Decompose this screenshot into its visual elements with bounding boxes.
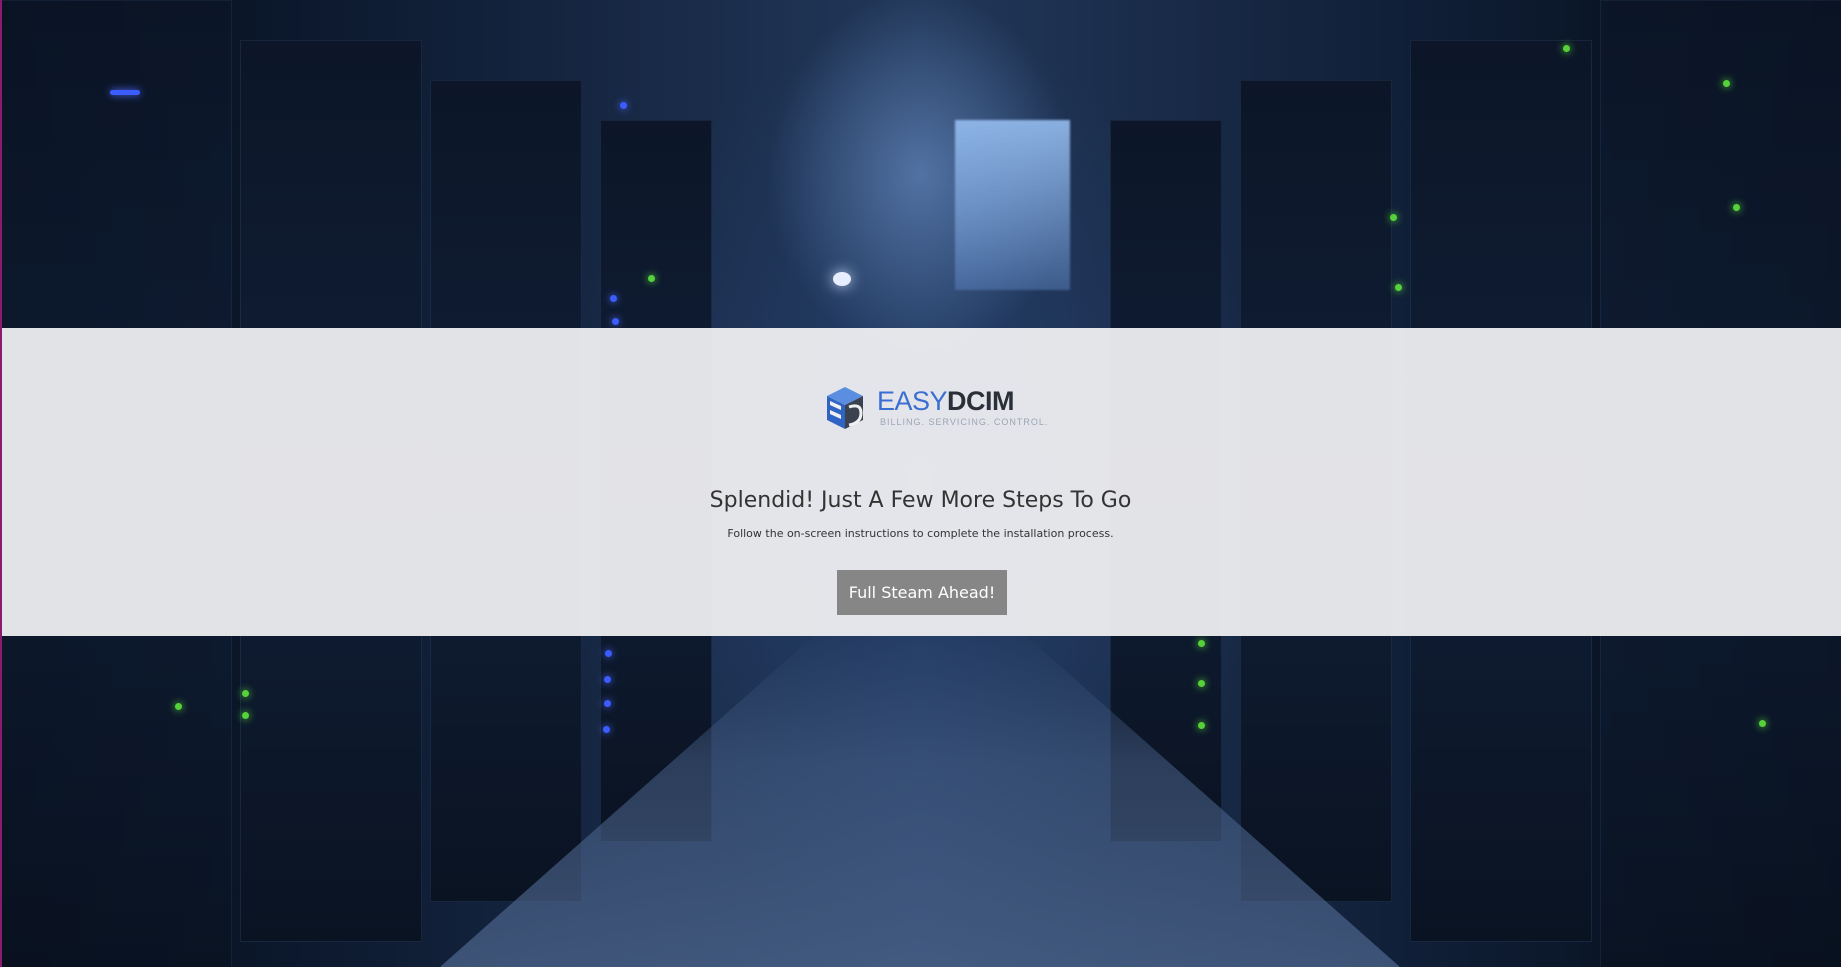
- status-light: [604, 700, 611, 707]
- status-light: [1198, 722, 1205, 729]
- ceiling-light: [955, 120, 1070, 290]
- logo-word-easy: EASY: [877, 386, 948, 416]
- status-light: [605, 650, 612, 657]
- status-light: [610, 295, 617, 302]
- full-steam-ahead-button[interactable]: Full Steam Ahead!: [837, 570, 1007, 615]
- status-light: [1390, 214, 1397, 221]
- status-light: [648, 275, 655, 282]
- status-light: [1395, 284, 1402, 291]
- status-light: [612, 318, 619, 325]
- easydcim-cube-icon: [827, 387, 863, 429]
- instruction-text: Follow the on-screen instructions to com…: [727, 527, 1114, 540]
- status-light: [1759, 720, 1766, 727]
- status-light: [110, 90, 140, 95]
- status-light: [175, 703, 182, 710]
- status-light: [1563, 45, 1570, 52]
- status-light: [1198, 680, 1205, 687]
- logo-wordmark: EASYDCIM: [877, 386, 1015, 416]
- easydcim-logo: EASYDCIM BILLING. SERVICING. CONTROL.: [823, 385, 1047, 435]
- status-light: [604, 676, 611, 683]
- status-light: [603, 726, 610, 733]
- page-heading: Splendid! Just A Few More Steps To Go: [709, 488, 1132, 513]
- installer-page: EASYDCIM BILLING. SERVICING. CONTROL. Sp…: [0, 0, 1841, 967]
- status-light: [1733, 204, 1740, 211]
- window-edge: [0, 0, 2, 967]
- status-light: [242, 712, 249, 719]
- logo-word-dcim: DCIM: [947, 386, 1015, 416]
- status-light: [620, 102, 627, 109]
- status-light: [242, 690, 249, 697]
- lamp: [833, 272, 851, 286]
- logo-tagline: BILLING. SERVICING. CONTROL.: [880, 417, 1049, 427]
- status-light: [1723, 80, 1730, 87]
- status-light: [1198, 640, 1205, 647]
